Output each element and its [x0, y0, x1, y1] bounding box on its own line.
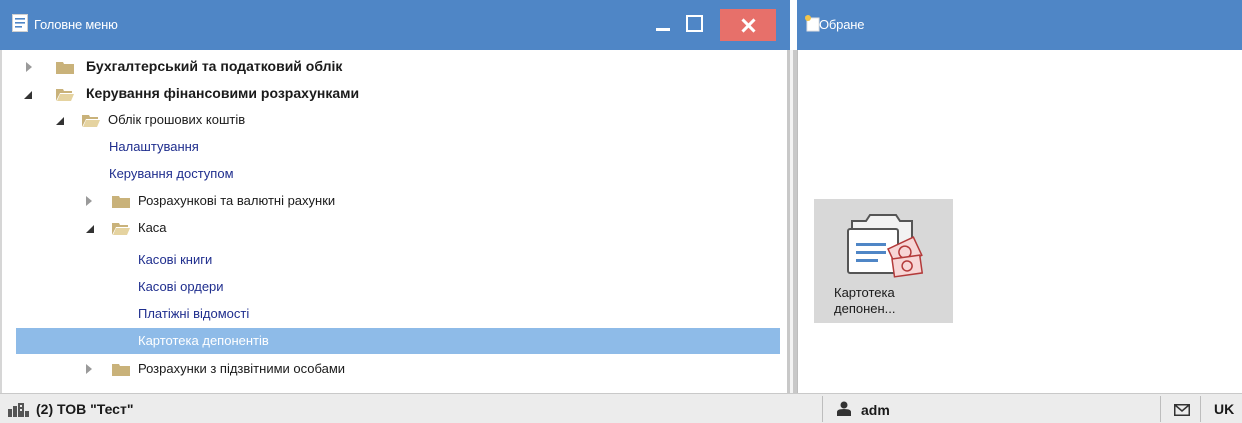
tree-item-cash-accounting[interactable]: Облік грошових коштів — [16, 107, 780, 133]
mail-icon[interactable] — [1174, 403, 1190, 419]
tree-item-label: Керування фінансовими розрахунками — [86, 85, 360, 101]
status-bar: (2) ТОВ "Тест" adm UK — [0, 393, 1242, 423]
tree-item-label: Касові книги — [138, 252, 213, 267]
tree-item-cash-desk[interactable]: Каса — [16, 215, 780, 241]
tree-item-payment-statements[interactable]: Платіжні відомості — [16, 301, 780, 327]
pane-splitter[interactable] — [787, 50, 797, 393]
main-menu-titlebar[interactable]: Головне меню — [0, 0, 790, 50]
favorites-icon — [804, 14, 820, 32]
favorite-tile-label-line2: депонен... — [834, 301, 896, 316]
minimize-button[interactable] — [652, 9, 674, 39]
user-name[interactable]: adm — [861, 402, 890, 418]
tree-item-accountable-persons[interactable]: Розрахунки з підзвітними особами — [16, 356, 780, 382]
tree-item-accounting[interactable]: Бухгалтерський та податковий облік — [16, 54, 780, 80]
status-separator — [1160, 396, 1161, 422]
open-folder-icon — [112, 222, 130, 235]
collapse-arrow-icon[interactable] — [24, 91, 32, 99]
favorites-titlebar[interactable]: Обране — [797, 0, 1242, 50]
close-button[interactable] — [720, 9, 776, 41]
tree-item-label: Розрахункові та валютні рахунки — [138, 193, 336, 208]
tree-item-label: Розрахунки з підзвітними особами — [138, 361, 346, 376]
tree-item-label: Касові ордери — [138, 279, 224, 294]
favorites-pane-border — [797, 50, 805, 393]
maximize-button[interactable] — [682, 9, 706, 39]
menu-window-icon — [12, 14, 28, 32]
expand-arrow-icon[interactable] — [26, 62, 32, 72]
tree-item-label: Облік грошових коштів — [108, 112, 246, 127]
left-border — [0, 50, 2, 393]
organization-name[interactable]: (2) ТОВ "Тест" — [36, 401, 133, 417]
language-indicator[interactable]: UK — [1214, 401, 1234, 417]
user-icon — [837, 401, 851, 419]
tree-item-label: Картотека депонентів — [138, 333, 269, 348]
tree-item-label: Каса — [138, 220, 167, 235]
collapse-arrow-icon[interactable] — [56, 117, 64, 125]
tree-item-label: Платіжні відомості — [138, 306, 250, 321]
collapse-arrow-icon[interactable] — [86, 225, 94, 233]
favorite-tile-depositors-card-index[interactable]: Картотека депонен... — [814, 199, 953, 323]
tree-item-settings[interactable]: Налаштування — [16, 134, 780, 160]
folder-icon — [112, 195, 130, 208]
open-folder-icon — [56, 88, 74, 101]
organization-icon[interactable] — [8, 403, 30, 420]
main-menu-title: Головне меню — [34, 17, 118, 32]
favorites-title: Обране — [819, 17, 865, 32]
tree-item-label: Налаштування — [109, 139, 199, 154]
status-separator — [822, 396, 823, 422]
tree-item-financial-settlements[interactable]: Керування фінансовими розрахунками — [16, 81, 780, 107]
card-index-cash-icon — [847, 214, 924, 278]
tree-item-label: Керування доступом — [109, 166, 234, 181]
tree-item-label: Бухгалтерський та податковий облік — [86, 58, 343, 74]
status-separator — [1200, 396, 1201, 422]
expand-arrow-icon[interactable] — [86, 364, 92, 374]
favorite-tile-label: Картотека — [834, 285, 895, 300]
folder-icon — [56, 61, 74, 74]
tree-item-access-control[interactable]: Керування доступом — [16, 161, 780, 187]
tree-item-depositors-card-index[interactable]: Картотека депонентів — [16, 328, 780, 354]
expand-arrow-icon[interactable] — [86, 196, 92, 206]
tree-item-cash-books[interactable]: Касові книги — [16, 247, 780, 273]
tree-item-bank-accounts[interactable]: Розрахункові та валютні рахунки — [16, 188, 780, 214]
open-folder-icon — [82, 114, 100, 127]
tree-item-cash-orders[interactable]: Касові ордери — [16, 274, 780, 300]
folder-icon — [112, 363, 130, 376]
